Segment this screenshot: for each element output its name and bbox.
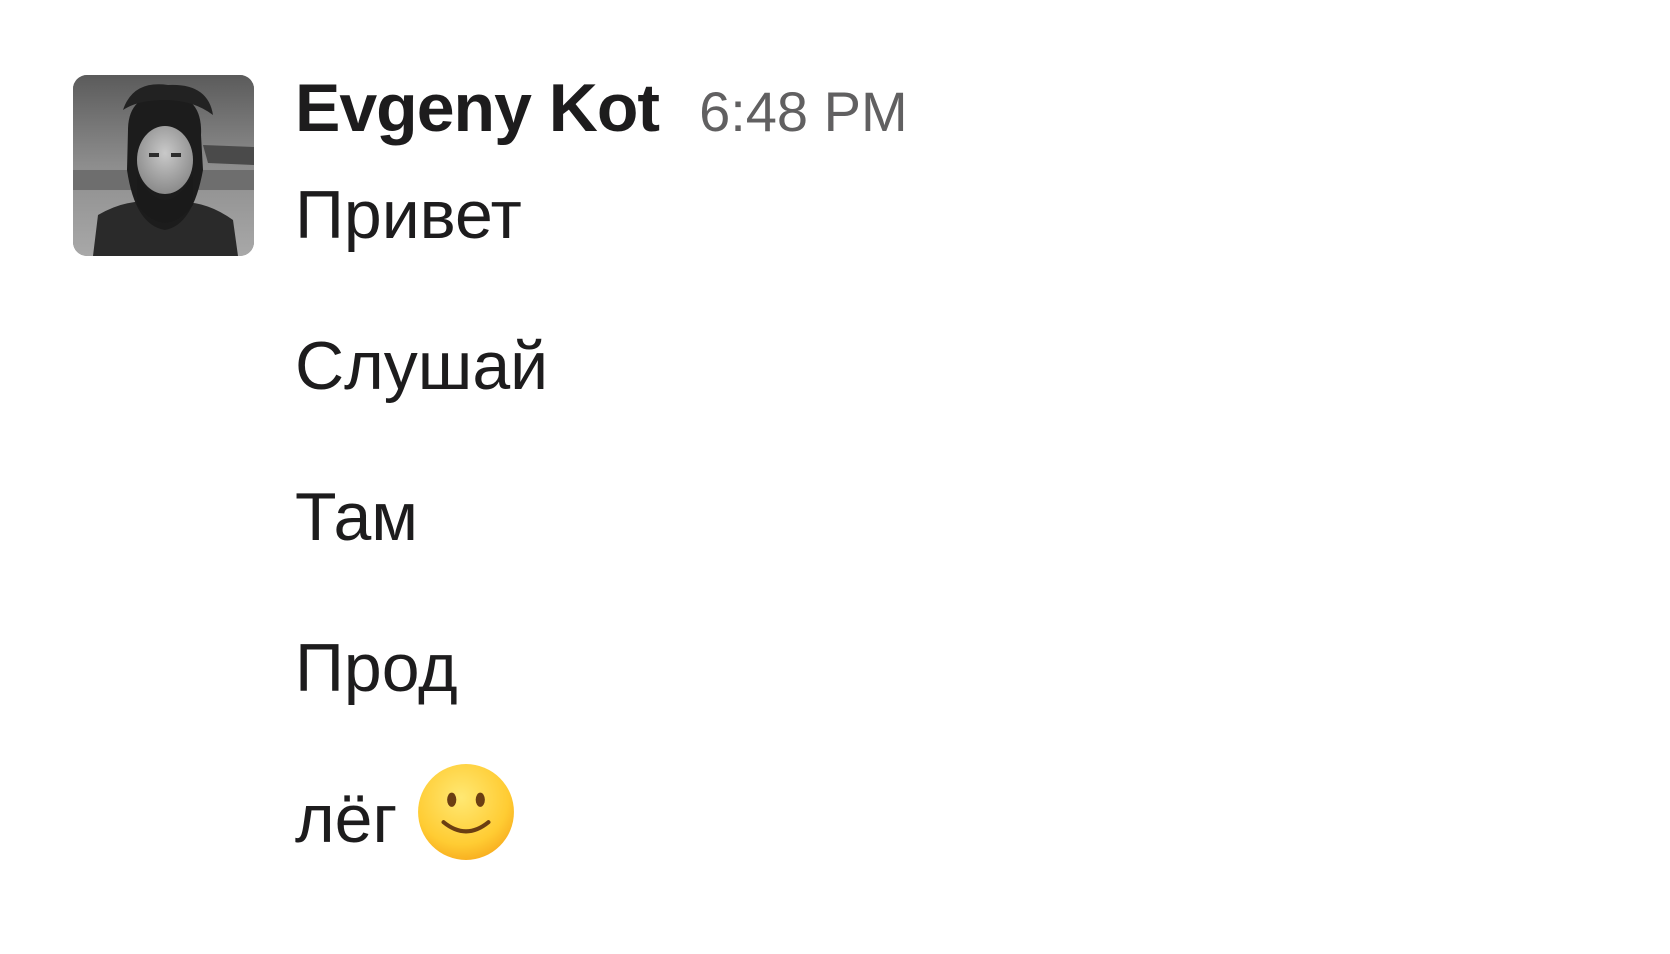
chat-message: Evgeny Kot 6:48 PM Привет Слушай Там Про… [73, 70, 1473, 895]
sender-name[interactable]: Evgeny Kot [295, 69, 660, 147]
message-header: Evgeny Kot 6:48 PM [295, 69, 908, 151]
slightly-smiling-face-icon [415, 761, 517, 863]
message-body: Привет Слушай Там Прод лёг [295, 175, 548, 930]
avatar[interactable] [73, 75, 254, 256]
avatar-photo [73, 75, 254, 256]
message-line: Там [295, 479, 419, 555]
message-line-text: лёг [295, 781, 398, 857]
message-line-last: лёг [295, 764, 548, 930]
message-timestamp[interactable]: 6:48 PM [699, 79, 908, 144]
message-line: Прод [295, 630, 458, 706]
message-line: Слушай [295, 328, 549, 404]
message-line: Привет [295, 177, 522, 253]
